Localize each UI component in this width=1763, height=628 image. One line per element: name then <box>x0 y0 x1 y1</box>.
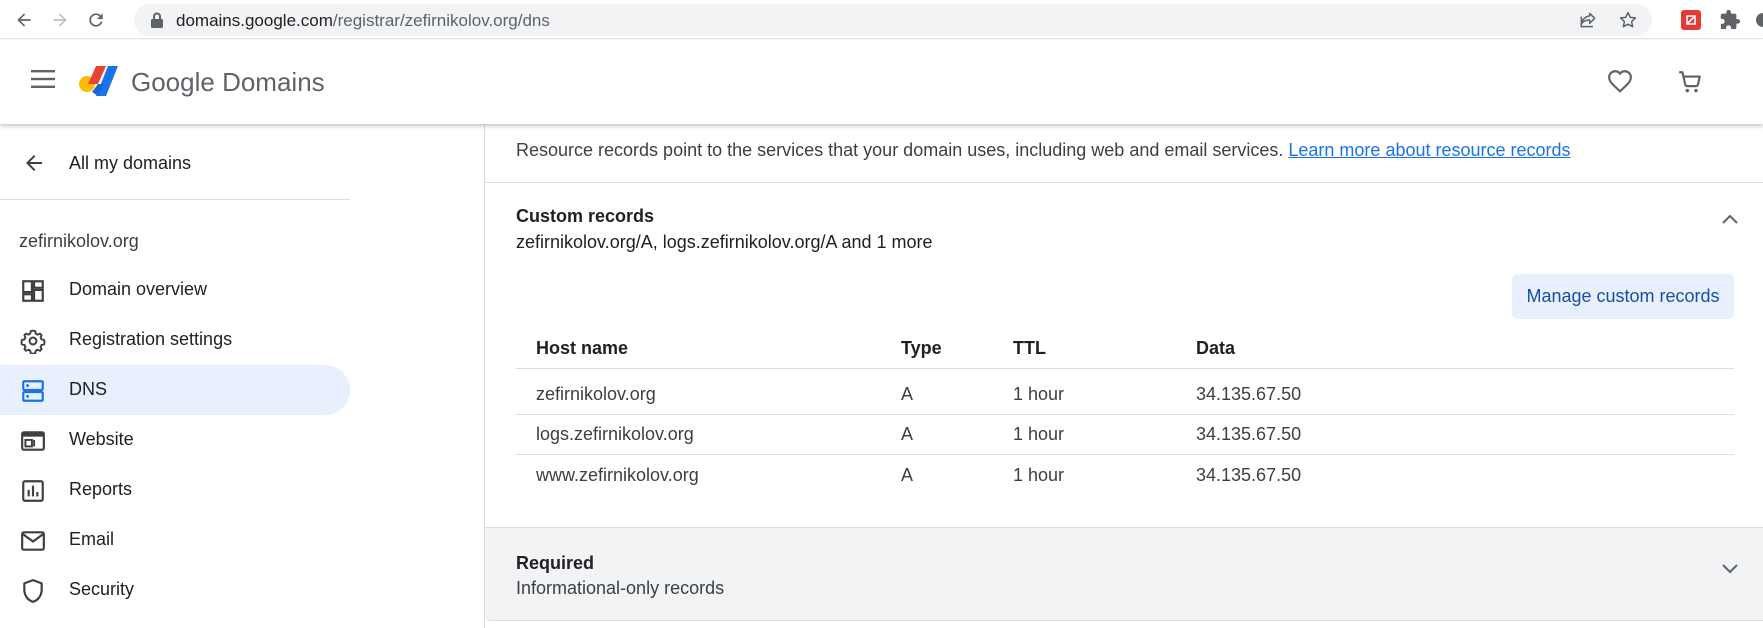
all-my-domains-label: All my domains <box>69 153 192 173</box>
sidebar-item-label: Security <box>69 579 135 599</box>
required-title: Required <box>516 553 595 573</box>
lock-icon <box>150 12 164 33</box>
sidebar-item-label: Email <box>69 529 115 549</box>
website-icon <box>20 428 46 459</box>
host-name-cell: logs.zefirnikolov.org <box>536 424 694 444</box>
google-domains-logo-icon[interactable] <box>78 62 120 105</box>
all-my-domains-link[interactable]: All my domains <box>0 146 350 180</box>
sidebar-item-domain-overview[interactable]: Domain overview <box>0 265 350 315</box>
bar-chart-icon <box>20 478 46 509</box>
column-header-data: Data <box>1196 338 1236 358</box>
url-host: domains.google.com <box>176 11 333 30</box>
brand-domains: Domains <box>214 67 325 97</box>
forward-arrow-icon[interactable] <box>48 8 72 32</box>
extensions-puzzle-icon[interactable] <box>1719 9 1741 36</box>
table-row: www.zefirnikolov.org A 1 hour 34.135.67.… <box>516 451 1734 496</box>
sidebar-item-label: Website <box>69 429 134 449</box>
table-header-row: Host name Type TTL Data <box>516 324 1734 369</box>
shield-icon <box>20 578 46 609</box>
url-text[interactable]: domains.google.com/registrar/zefirnikolo… <box>176 11 550 31</box>
gear-icon <box>20 328 46 359</box>
table-row: logs.zefirnikolov.org A 1 hour 34.135.67… <box>516 410 1734 455</box>
sidebar-item-label: Reports <box>69 479 133 499</box>
brand-google: Google <box>131 67 215 97</box>
shopping-cart-icon[interactable] <box>1677 69 1703 100</box>
extension-icon[interactable] <box>1681 10 1701 30</box>
sidebar-item-label: Registration settings <box>69 329 233 349</box>
app-header: Google Domains <box>0 40 1763 124</box>
back-arrow-icon <box>22 151 46 180</box>
sidebar-item-dns[interactable]: DNS <box>0 365 350 415</box>
sidebar-item-security[interactable]: Security <box>0 565 350 615</box>
data-cell: 34.135.67.50 <box>1196 465 1302 485</box>
sidebar-item-email[interactable]: Email <box>0 515 350 565</box>
sidebar-item-label: DNS <box>69 379 108 399</box>
profile-icon[interactable] <box>1755 12 1763 28</box>
required-subtitle: Informational-only records <box>516 578 725 598</box>
required-records-section[interactable]: Required Informational-only records <box>485 527 1763 621</box>
sidebar-item-registration-settings[interactable]: Registration settings <box>0 315 350 365</box>
bookmark-star-icon[interactable] <box>1618 10 1638 35</box>
section-divider <box>485 182 1763 183</box>
host-name-cell: zefirnikolov.org <box>536 384 656 404</box>
type-cell: A <box>901 424 914 444</box>
ttl-cell: 1 hour <box>1013 384 1065 404</box>
custom-records-title[interactable]: Custom records <box>516 206 654 227</box>
column-header-type: Type <box>901 338 942 358</box>
intro-text: Resource records point to the services t… <box>516 140 1289 160</box>
favorites-heart-icon[interactable] <box>1607 69 1633 98</box>
custom-records-summary: zefirnikolov.org/A, logs.zefirnikolov.or… <box>516 232 933 252</box>
ttl-cell: 1 hour <box>1013 465 1065 485</box>
dns-icon <box>20 378 46 409</box>
hamburger-menu-icon[interactable] <box>31 70 55 93</box>
manage-custom-records-button[interactable]: Manage custom records <box>1512 274 1734 319</box>
column-header-ttl: TTL <box>1013 338 1046 358</box>
sidebar: All my domains zefirnikolov.org Domain o… <box>0 124 350 628</box>
sidebar-item-reports[interactable]: Reports <box>0 465 350 515</box>
data-cell: 34.135.67.50 <box>1196 384 1302 404</box>
reload-icon[interactable] <box>84 8 108 32</box>
table-row: zefirnikolov.org A 1 hour 34.135.67.50 <box>516 370 1734 415</box>
mail-icon <box>20 528 46 559</box>
resource-records-intro: Resource records point to the services t… <box>516 140 1571 161</box>
current-domain-name: zefirnikolov.org <box>19 231 139 251</box>
dashboard-icon <box>20 278 46 309</box>
sidebar-item-website[interactable]: Website <box>0 415 350 465</box>
host-name-cell: www.zefirnikolov.org <box>536 465 699 485</box>
back-arrow-icon[interactable] <box>12 8 36 32</box>
dns-main-panel: Resource records point to the services t… <box>484 124 1763 628</box>
sidebar-divider <box>0 199 350 200</box>
url-path: /registrar/zefirnikolov.org/dns <box>332 11 550 30</box>
type-cell: A <box>901 384 914 404</box>
learn-more-link[interactable]: Learn more about resource records <box>1288 140 1570 160</box>
data-cell: 34.135.67.50 <box>1196 424 1302 444</box>
share-icon[interactable] <box>1578 10 1598 35</box>
chevron-down-icon[interactable] <box>1721 562 1739 580</box>
brand-title[interactable]: Google Domains <box>131 67 325 98</box>
sidebar-item-label: Domain overview <box>69 279 208 299</box>
chevron-up-icon[interactable] <box>1721 212 1739 230</box>
browser-toolbar: domains.google.com/registrar/zefirnikolo… <box>0 0 1763 39</box>
type-cell: A <box>901 465 914 485</box>
address-bar[interactable]: domains.google.com/registrar/zefirnikolo… <box>134 4 1652 36</box>
column-header-host-name: Host name <box>536 338 629 358</box>
ttl-cell: 1 hour <box>1013 424 1065 444</box>
